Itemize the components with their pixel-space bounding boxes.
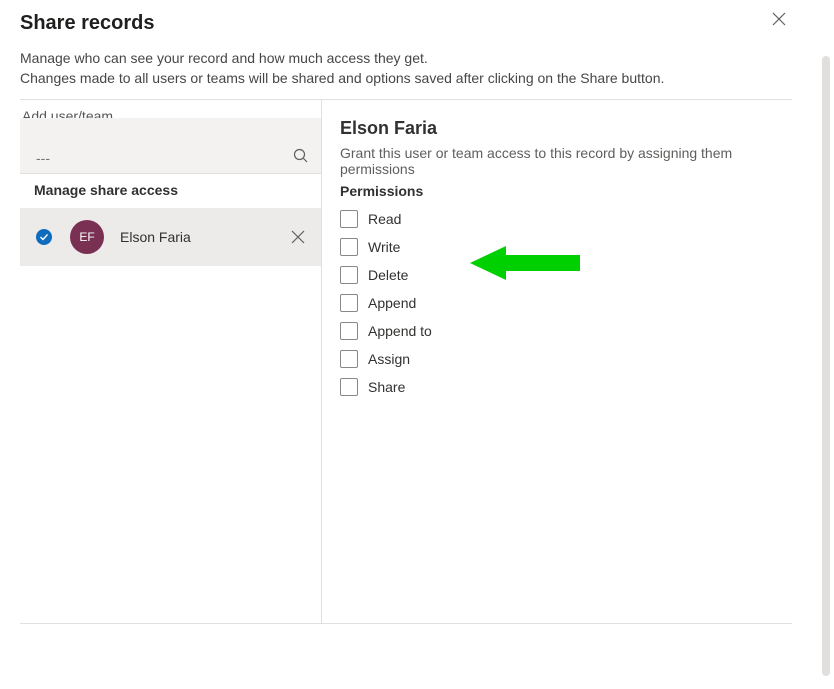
search-icon[interactable]: [293, 148, 309, 167]
dialog-content: Add user/team Manage share access EF Els…: [20, 100, 792, 624]
user-team-search-box[interactable]: [20, 118, 321, 174]
left-pane: Add user/team Manage share access EF Els…: [20, 100, 322, 623]
permission-append-to: Append to: [340, 317, 782, 345]
permission-read-checkbox[interactable]: [340, 210, 358, 228]
permission-share-checkbox[interactable]: [340, 378, 358, 396]
dialog-title: Share records: [20, 12, 810, 35]
permissions-description: Grant this user or team access to this r…: [340, 145, 782, 177]
selected-check-icon: [36, 229, 52, 245]
shared-user-row[interactable]: EF Elson Faria: [20, 208, 321, 266]
permission-assign-checkbox[interactable]: [340, 350, 358, 368]
search-input[interactable]: [34, 149, 335, 167]
add-user-team-label: Add user/team: [20, 100, 321, 120]
close-icon: [772, 12, 786, 26]
dialog-description-line2: Changes made to all users or teams will …: [20, 69, 810, 87]
share-records-dialog: Share records Manage who can see your re…: [0, 0, 810, 689]
dialog-description-line1: Manage who can see your record and how m…: [20, 49, 810, 67]
permission-write: Write: [340, 233, 782, 261]
permission-label: Assign: [368, 351, 410, 367]
permission-delete-checkbox[interactable]: [340, 266, 358, 284]
permission-append: Append: [340, 289, 782, 317]
permission-share: Share: [340, 373, 782, 401]
close-dialog-button[interactable]: [766, 12, 792, 38]
manage-share-access-label: Manage share access: [20, 174, 321, 208]
permission-label: Share: [368, 379, 405, 395]
permission-label: Append: [368, 295, 416, 311]
dialog-description: Manage who can see your record and how m…: [20, 49, 810, 87]
shared-user-name: Elson Faria: [120, 229, 285, 245]
permission-read: Read: [340, 205, 782, 233]
permission-assign: Assign: [340, 345, 782, 373]
permission-write-checkbox[interactable]: [340, 238, 358, 256]
permission-label: Delete: [368, 267, 408, 283]
close-icon: [291, 230, 305, 244]
permission-label: Read: [368, 211, 401, 227]
permission-delete: Delete: [340, 261, 782, 289]
permission-label: Append to: [368, 323, 432, 339]
permission-label: Write: [368, 239, 400, 255]
permissions-label: Permissions: [340, 183, 782, 199]
right-pane: Elson Faria Grant this user or team acce…: [322, 100, 792, 623]
permissions-list: Read Write Delete Append Append to: [340, 205, 782, 401]
permissions-user-title: Elson Faria: [340, 118, 782, 139]
scrollbar[interactable]: [822, 56, 830, 676]
remove-user-button[interactable]: [285, 224, 311, 250]
avatar: EF: [70, 220, 104, 254]
permission-append-to-checkbox[interactable]: [340, 322, 358, 340]
permission-append-checkbox[interactable]: [340, 294, 358, 312]
